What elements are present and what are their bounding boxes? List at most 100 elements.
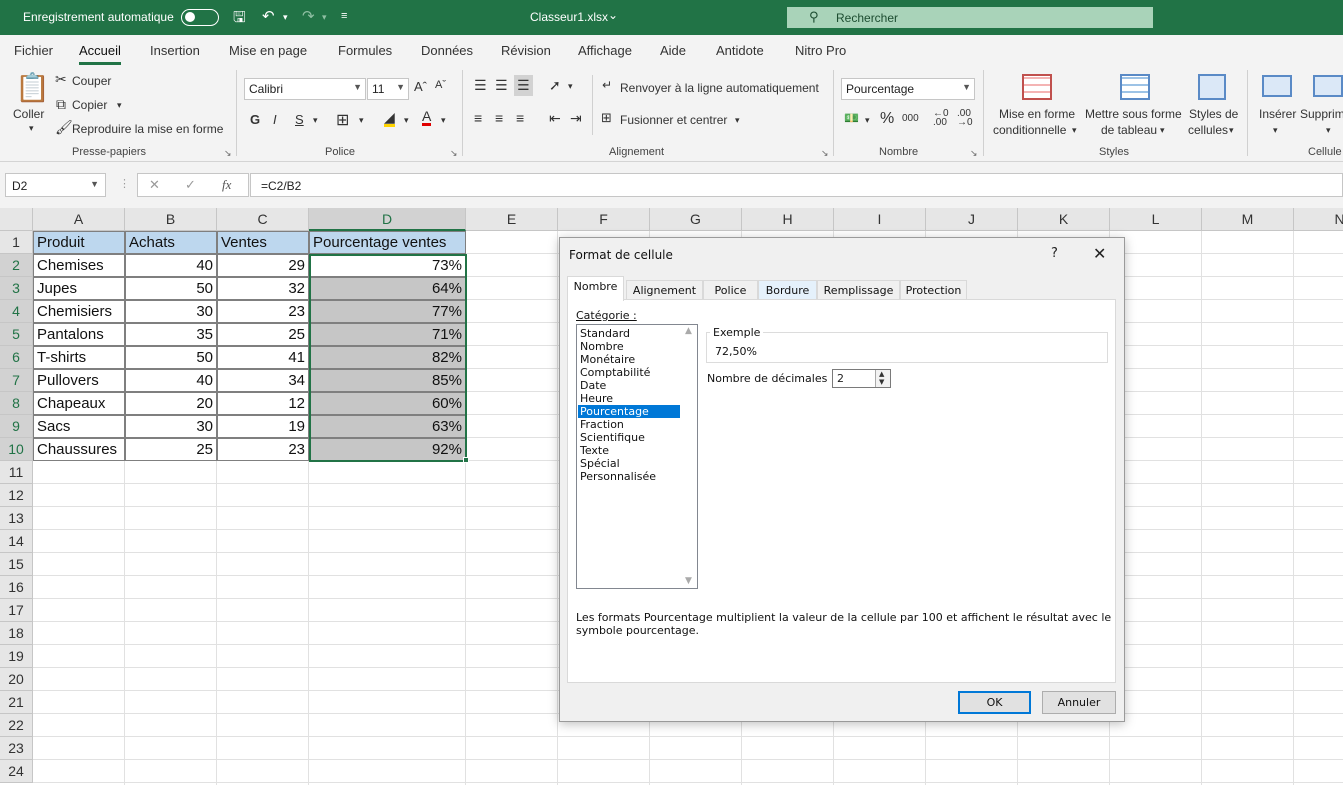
tab-police[interactable]: Police (703, 280, 758, 300)
category-item-comptabilite[interactable]: Comptabilité (578, 366, 680, 379)
align-middle-icon[interactable]: ☰ (495, 77, 508, 94)
tab-affichage[interactable]: Affichage (578, 43, 632, 58)
conditional-formatting-icon[interactable] (1022, 74, 1052, 100)
category-item-scientifique[interactable]: Scientifique (578, 431, 680, 444)
format-as-table-dropdown-icon[interactable]: ▾ (1160, 125, 1165, 136)
orientation-dropdown-icon[interactable]: ▾ (568, 81, 573, 92)
category-item-date[interactable]: Date (578, 379, 680, 392)
cell-c9[interactable]: 19 (217, 415, 309, 438)
cell-c10[interactable]: 23 (217, 438, 309, 461)
cell-b7[interactable]: 40 (125, 369, 217, 392)
cell-c7[interactable]: 34 (217, 369, 309, 392)
row-header-18[interactable]: 18 (0, 622, 33, 645)
wrap-text-icon[interactable]: ↵ (602, 78, 612, 92)
spin-up-icon[interactable]: ▲ (879, 370, 884, 378)
row-header-5[interactable]: 5 (0, 323, 33, 346)
cell-c2[interactable]: 29 (217, 254, 309, 277)
undo-dropdown-icon[interactable]: ▾ (283, 12, 288, 23)
row-header-4[interactable]: 4 (0, 300, 33, 323)
bold-button[interactable]: G (250, 112, 260, 127)
tab-aide[interactable]: Aide (660, 43, 686, 58)
autosave-toggle[interactable] (181, 9, 219, 26)
row-header-17[interactable]: 17 (0, 599, 33, 622)
decimals-spin[interactable]: ▲ ▼ (875, 370, 890, 387)
column-header-a[interactable]: A (33, 208, 125, 231)
category-item-monetaire[interactable]: Monétaire (578, 353, 680, 366)
category-item-personnalisee[interactable]: Personnalisée (578, 470, 680, 483)
tab-nombre[interactable]: Nombre (567, 276, 624, 301)
increase-indent-icon[interactable]: ⇥ (570, 110, 582, 127)
font-color-icon[interactable]: A (422, 109, 432, 126)
alignment-launcher-icon[interactable]: ↘ (821, 148, 829, 159)
cell-c3[interactable]: 32 (217, 277, 309, 300)
category-item-pourcentage[interactable]: Pourcentage (578, 405, 680, 418)
row-header-6[interactable]: 6 (0, 346, 33, 369)
cancel-icon[interactable]: ✕ (149, 177, 160, 193)
decrease-indent-icon[interactable]: ⇤ (549, 110, 561, 127)
row-header-2[interactable]: 2 (0, 254, 33, 277)
row-header-9[interactable]: 9 (0, 415, 33, 438)
row-header-14[interactable]: 14 (0, 530, 33, 553)
column-header-d[interactable]: D (309, 208, 466, 231)
cut-button[interactable]: Couper (72, 74, 111, 88)
tab-fichier[interactable]: Fichier (14, 43, 53, 58)
column-header-j[interactable]: J (926, 208, 1018, 231)
underline-dropdown-icon[interactable]: ▾ (313, 115, 318, 126)
delete-cells-button[interactable]: Supprim (1300, 107, 1343, 121)
column-header-i[interactable]: I (834, 208, 926, 231)
save-icon[interactable]: 🖫 (233, 7, 246, 32)
undo-icon[interactable]: ↶ (262, 7, 275, 25)
cell-a7[interactable]: Pullovers (33, 369, 125, 392)
delete-cells-icon[interactable] (1313, 75, 1343, 97)
column-header-m[interactable]: M (1202, 208, 1294, 231)
number-launcher-icon[interactable]: ↘ (970, 148, 978, 159)
align-center-icon[interactable]: ≡ (495, 110, 503, 126)
number-format-select[interactable]: Pourcentage ▼ (841, 78, 975, 100)
row-header-15[interactable]: 15 (0, 553, 33, 576)
category-item-heure[interactable]: Heure (578, 392, 680, 405)
tab-remplissage[interactable]: Remplissage (817, 280, 900, 300)
tab-accueil[interactable]: Accueil (79, 43, 121, 65)
orientation-icon[interactable]: ➚ (549, 77, 561, 94)
enter-icon[interactable]: ✓ (185, 177, 196, 193)
row-header-7[interactable]: 7 (0, 369, 33, 392)
increase-decimal-icon[interactable]: ←0.00 (933, 109, 949, 128)
format-as-table-icon[interactable] (1120, 74, 1150, 100)
cell-b2[interactable]: 40 (125, 254, 217, 277)
delete-dropdown-icon[interactable]: ▾ (1326, 125, 1331, 136)
borders-icon[interactable]: ⊞ (336, 110, 349, 130)
cell-b8[interactable]: 20 (125, 392, 217, 415)
clipboard-launcher-icon[interactable]: ↘ (224, 148, 232, 159)
file-name-chevron-icon[interactable]: ⌄ (608, 8, 618, 22)
accounting-format-icon[interactable]: 💵 (844, 111, 859, 125)
tab-protection[interactable]: Protection (900, 280, 967, 300)
column-header-c[interactable]: C (217, 208, 309, 231)
category-item-special[interactable]: Spécial (578, 457, 680, 470)
format-as-table-line1[interactable]: Mettre sous forme (1085, 107, 1182, 121)
decimals-stepper[interactable]: 2 ▲ ▼ (832, 369, 891, 388)
row-header-11[interactable]: 11 (0, 461, 33, 484)
column-header-e[interactable]: E (466, 208, 558, 231)
align-top-icon[interactable]: ☰ (474, 77, 487, 94)
row-header-1[interactable]: 1 (0, 231, 33, 254)
category-item-fraction[interactable]: Fraction (578, 418, 680, 431)
cell-styles-icon[interactable] (1198, 74, 1226, 100)
column-header-n[interactable]: N (1294, 208, 1343, 231)
category-item-nombre[interactable]: Nombre (578, 340, 680, 353)
tab-mise-en-page[interactable]: Mise en page (229, 43, 307, 58)
decrease-decimal-icon[interactable]: .00 →0 (957, 109, 973, 128)
cell-a6[interactable]: T-shirts (33, 346, 125, 369)
column-header-g[interactable]: G (650, 208, 742, 231)
cell-a9[interactable]: Sacs (33, 415, 125, 438)
cell-b10[interactable]: 25 (125, 438, 217, 461)
tab-antidote[interactable]: Antidote (716, 43, 764, 58)
cell-c8[interactable]: 12 (217, 392, 309, 415)
cell-a2[interactable]: Chemises (33, 254, 125, 277)
category-scrollbar[interactable]: ▲ ▼ (681, 325, 697, 588)
scroll-up-icon[interactable]: ▲ (685, 326, 692, 336)
wrap-text-button[interactable]: Renvoyer à la ligne automatiquement (620, 81, 819, 95)
redo-icon[interactable]: ↷ (302, 7, 315, 25)
tab-formules[interactable]: Formules (338, 43, 392, 58)
copy-button[interactable]: Copier (72, 98, 107, 112)
column-header-f[interactable]: F (558, 208, 650, 231)
